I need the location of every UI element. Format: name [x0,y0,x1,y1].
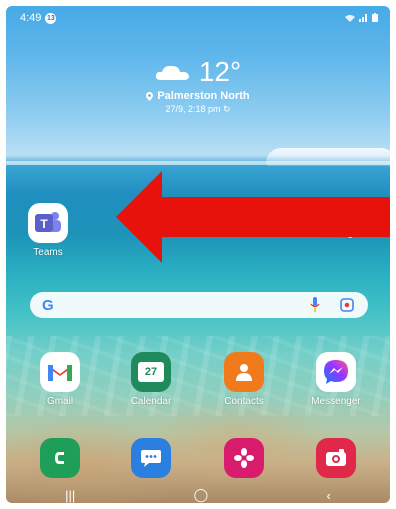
notification-badge: 13 [45,12,57,24]
app-contacts[interactable]: Contacts [214,352,274,407]
weather-widget[interactable]: 12° Palmerston North 27/9, 2:18 pm ↻ [6,56,390,115]
teams-icon: T [28,203,68,243]
messages-icon [131,438,171,478]
weather-location: Palmerston North [157,90,250,102]
app-gmail[interactable]: Gmail [30,352,90,407]
phone-icon [40,438,80,478]
calendar-day: 27 [138,362,164,382]
cloud-icon [155,65,189,80]
dock-phone[interactable] [30,438,90,478]
app-label-calendar: Calendar [130,396,172,407]
location-pin-icon [146,91,154,101]
status-icons [345,13,378,22]
calendar-icon: 27 [131,352,171,392]
app-label-gmail: Gmail [46,396,74,407]
app-label-contacts: Contacts [224,396,264,407]
google-search-bar[interactable]: G [30,292,368,318]
dock-camera[interactable] [306,438,366,478]
status-time: 4:49 [20,12,42,24]
signal-icon [359,13,367,22]
home-screen: 4:49 13 12° Palmerston North 27/9, 2:18 … [6,6,390,503]
battery-icon [372,13,378,22]
camera-icon [316,438,356,478]
messenger-icon [316,352,356,392]
home-icon[interactable]: ◯ [194,487,209,503]
screenshot-frame: 4:49 13 12° Palmerston North 27/9, 2:18 … [0,0,396,509]
app-label-teams: Teams [33,247,63,258]
temperature: 12° [198,56,242,87]
app-label-messenger: Messenger [311,396,361,407]
horizon-line [6,161,390,165]
back-icon[interactable]: ‹ [326,488,330,503]
weather-datetime: 27/9, 2:18 pm [165,104,221,114]
flower-icon [224,438,264,478]
contacts-icon [224,352,264,392]
google-logo: G [42,296,54,314]
app-messenger[interactable]: Messenger [306,352,366,407]
navigation-bar: ||| ◯ ‹ [6,486,390,503]
dock-messages[interactable] [121,438,181,478]
svg-text:T: T [40,217,48,231]
refresh-icon[interactable]: ↻ [223,104,231,114]
app-teams[interactable]: T Teams [18,203,78,258]
recents-icon[interactable]: ||| [65,488,75,503]
red-arrow-pointer [116,171,390,263]
app-calendar[interactable]: 27 Calendar [121,352,181,407]
dock-flower[interactable] [214,438,274,478]
lens-icon[interactable] [340,298,354,312]
wifi-icon [345,14,355,22]
gmail-icon [40,352,80,392]
status-bar: 4:49 13 [20,12,57,24]
mic-icon[interactable] [310,297,320,312]
